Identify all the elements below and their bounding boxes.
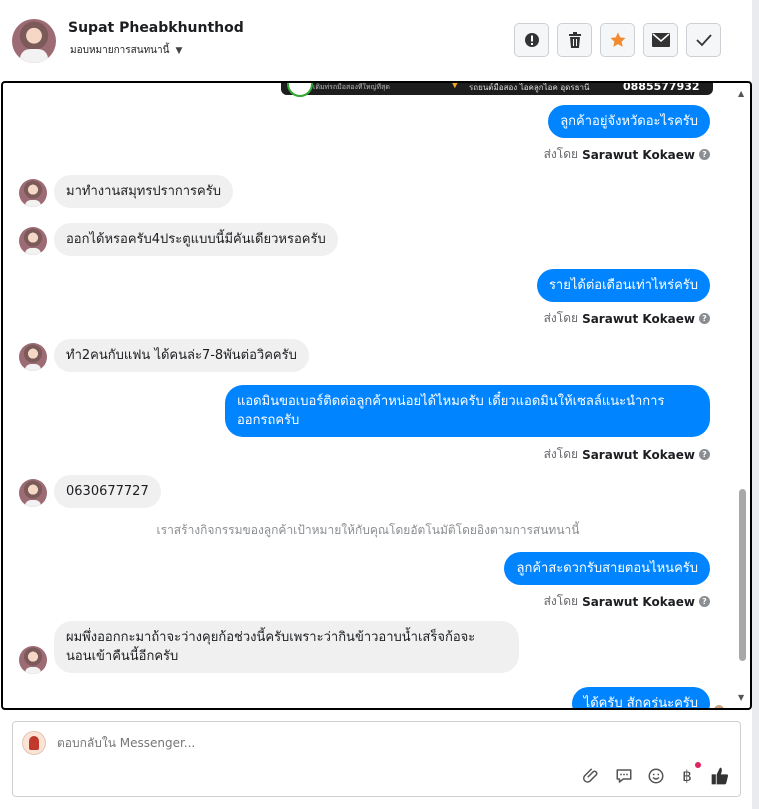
conversation-header: Supat Pheabkhunthod มอบหมายการสนทนานี้ ▼: [0, 0, 752, 80]
contact-name[interactable]: Supat Pheabkhunthod: [68, 20, 244, 36]
system-notice: เราสร้างกิจกรรมของลูกค้าเป้าหมายให้กับคุ…: [156, 523, 580, 537]
trash-icon: [568, 32, 581, 48]
envelope-icon: [651, 33, 670, 47]
baht-payment-icon: ฿: [682, 767, 692, 785]
message-line: ออกรถครับ: [237, 413, 300, 428]
star-icon: [610, 32, 625, 47]
alert-icon: [524, 33, 539, 47]
outgoing-message[interactable]: แอดมินขอเบอร์ติดต่อลูกค้าหน่อยได้ไหมครับ…: [225, 385, 710, 437]
info-icon[interactable]: ?: [699, 596, 710, 607]
outgoing-message[interactable]: ได้ครับ สักครู่นะครับ: [571, 687, 710, 708]
message-line: นอนเข้าคืนนี้อีกครับ: [66, 649, 179, 664]
info-icon[interactable]: ?: [699, 449, 710, 460]
attach-button[interactable]: [582, 766, 602, 786]
report-button[interactable]: [514, 23, 549, 57]
check-icon: [695, 34, 712, 47]
reply-composer: ฿: [12, 721, 741, 797]
agent-name: Sarawut Kokaew: [582, 447, 695, 462]
shared-image-banner[interactable]: เติมท่รถมือสองที่ใหญ่ที่สุด ▼ รถยนต์มือส…: [281, 81, 713, 97]
thread-scrollbar[interactable]: ▲ ▼: [736, 87, 748, 704]
info-icon[interactable]: ?: [699, 313, 710, 324]
seen-avatar: [714, 705, 724, 708]
saved-reply-icon: [616, 769, 632, 783]
window-edge: [752, 0, 759, 809]
sent-by-label: ส่งโดย Sarawut Kokaew ?: [544, 592, 710, 611]
outgoing-message[interactable]: ลูกค้าสะดวกรับสายตอนไหนครับ: [504, 552, 710, 585]
incoming-message[interactable]: ออกได้หรอครับ4ประตูแบบนี้มีคันเดียวหรอคร…: [54, 223, 338, 256]
scroll-down-icon[interactable]: ▼: [738, 693, 744, 702]
message-line: ผมพึ่งออกกะมาถ้าจะว่างคุยก้อช่วงนี้ครับเ…: [66, 630, 476, 645]
reply-input[interactable]: [57, 736, 457, 750]
incoming-message[interactable]: ผมพึ่งออกกะมาถ้าจะว่างคุยก้อช่วงนี้ครับเ…: [54, 621, 519, 673]
scroll-up-icon[interactable]: ▲: [738, 89, 744, 98]
sent-by-label: ส่งโดย Sarawut Kokaew ?: [544, 309, 710, 328]
contact-avatar[interactable]: [12, 19, 56, 63]
banner-tagline: เติมท่รถมือสองที่ใหญ่ที่สุด: [313, 83, 390, 91]
sent-by-prefix: ส่งโดย: [543, 594, 579, 608]
conversation-panel: Supat Pheabkhunthod มอบหมายการสนทนานี้ ▼…: [0, 0, 752, 809]
assign-conversation-dropdown[interactable]: มอบหมายการสนทนานี้ ▼: [70, 43, 182, 58]
mark-unread-button[interactable]: [643, 23, 678, 57]
agent-name: Sarawut Kokaew: [582, 147, 695, 162]
star-button[interactable]: [600, 23, 635, 57]
emoji-icon: [648, 768, 664, 784]
contact-avatar-small: [19, 646, 47, 674]
contact-avatar-small: [19, 227, 47, 255]
page-avatar: [22, 731, 46, 755]
incoming-message[interactable]: ทำ2คนกับแฟน ได้คนล่ะ7-8พันต่อวิคครับ: [54, 339, 309, 372]
payment-button[interactable]: ฿: [677, 766, 697, 786]
delete-button[interactable]: [557, 23, 592, 57]
assign-label: มอบหมายการสนทนานี้: [70, 45, 170, 56]
contact-avatar-small: [19, 479, 47, 507]
contact-avatar-small: [19, 179, 47, 207]
sent-by-prefix: ส่งโดย: [543, 447, 579, 461]
info-icon[interactable]: ?: [699, 149, 710, 160]
banner-phone: 0885577932: [623, 81, 700, 93]
contact-avatar-small: [19, 343, 47, 371]
incoming-message[interactable]: มาทำงานสมุทรปราการครับ: [54, 175, 233, 208]
sent-by-label: ส่งโดย Sarawut Kokaew ?: [544, 445, 710, 464]
saved-replies-button[interactable]: [614, 766, 634, 786]
outgoing-message[interactable]: รายได้ต่อเดือนเท่าไหร่ครับ: [536, 269, 710, 302]
dealer-logo: [287, 83, 313, 97]
notification-dot: [695, 762, 701, 768]
banner-text: รถยนต์มือสอง ไอคลูกไอค อุดรธานี: [469, 83, 590, 92]
sent-by-prefix: ส่งโดย: [543, 311, 579, 325]
triangle-icon: ▼: [451, 81, 459, 90]
sent-by-label: ส่งโดย Sarawut Kokaew ?: [544, 145, 710, 164]
attach-icon: [583, 768, 598, 783]
like-button[interactable]: [710, 766, 730, 786]
agent-name: Sarawut Kokaew: [582, 594, 695, 609]
message-line: แอดมินขอเบอร์ติดต่อลูกค้าหน่อยได้ไหมครับ…: [237, 394, 665, 409]
thumbs-up-icon: [711, 767, 728, 785]
outgoing-message[interactable]: ลูกค้าอยู่จังหวัดอะไรครับ: [548, 105, 710, 138]
agent-name: Sarawut Kokaew: [582, 311, 695, 326]
message-thread[interactable]: เติมท่รถมือสองที่ใหญ่ที่สุด ▼ รถยนต์มือส…: [1, 81, 752, 710]
incoming-message[interactable]: 0630677727: [54, 475, 161, 508]
sent-by-prefix: ส่งโดย: [543, 147, 579, 161]
caret-down-icon: ▼: [175, 45, 183, 56]
scroll-thumb[interactable]: [739, 489, 746, 661]
emoji-button[interactable]: [646, 766, 666, 786]
mark-done-button[interactable]: [686, 23, 721, 57]
